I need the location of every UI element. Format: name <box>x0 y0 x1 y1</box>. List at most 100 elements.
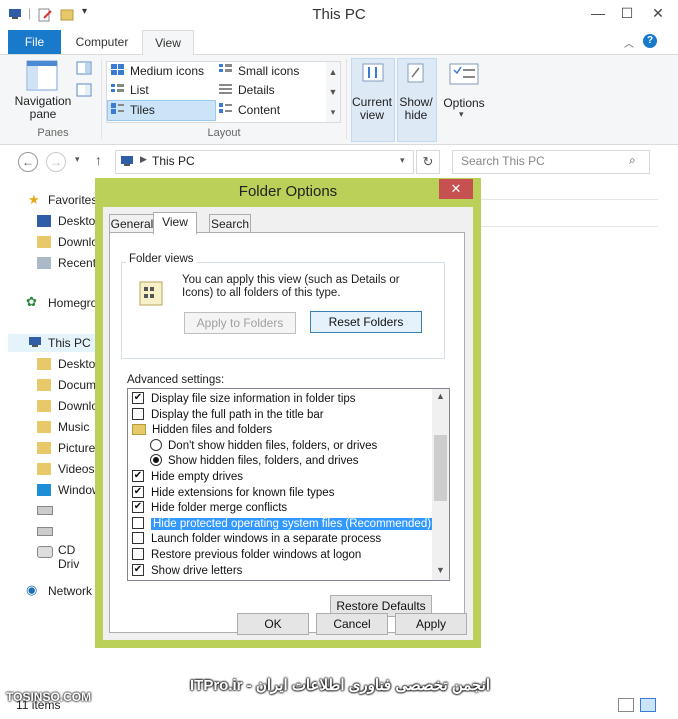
nav-recent[interactable]: Recent <box>58 256 96 270</box>
nav-desktop[interactable]: Deskto <box>58 214 95 228</box>
nav-pictures[interactable]: Picture <box>58 441 95 455</box>
back-icon[interactable]: ← <box>18 152 38 172</box>
checkbox[interactable] <box>132 547 144 560</box>
apply-to-folders-button[interactable]: Apply to Folders <box>184 312 296 334</box>
layout-tiles[interactable]: Tiles <box>130 103 155 117</box>
setting-row[interactable]: Don't show hidden files, folders, or dri… <box>150 438 378 455</box>
radio-selected[interactable] <box>150 454 162 467</box>
advanced-settings-list[interactable]: ✔ Display file size information in folder… <box>127 388 450 581</box>
nav-network[interactable]: Network <box>48 584 92 598</box>
nav-downloads[interactable]: Downlo <box>58 235 98 249</box>
ok-button[interactable]: OK <box>237 613 309 635</box>
folder-views-legend: Folder views <box>126 253 197 265</box>
tab-view[interactable]: View <box>153 212 197 235</box>
folder-options-dialog: Folder Options ✕ General View Search Fol… <box>95 178 481 648</box>
setting-row[interactable]: Launch folder windows in a separate proc… <box>132 532 381 548</box>
nav-music[interactable]: Music <box>58 420 89 434</box>
tab-general[interactable]: General <box>109 214 155 234</box>
nav-videos[interactable]: Videos <box>58 462 94 476</box>
drive-icon[interactable] <box>37 506 53 515</box>
checkbox-checked[interactable]: ✔ <box>132 469 144 482</box>
navigation-tree: ★ Favorites Deskto Downlo Recent ✿ Homeg… <box>0 182 101 622</box>
checkbox-checked[interactable]: ✔ <box>132 501 144 514</box>
tab-view[interactable]: View <box>142 30 194 56</box>
checkbox-checked[interactable]: ✔ <box>132 485 144 498</box>
scroll-down-icon[interactable]: ▼ <box>436 565 445 575</box>
dialog-title: Folder Options <box>238 183 338 200</box>
setting-label: Hidden files and folders <box>152 424 273 437</box>
preview-pane-icon[interactable] <box>76 61 92 78</box>
search-input[interactable]: Search This PC ⌕ <box>452 150 650 174</box>
setting-row[interactable]: ✔ Hide extensions for known file types <box>132 485 334 502</box>
tab-computer[interactable]: Computer <box>66 30 138 54</box>
folder-icon <box>37 463 51 475</box>
search-icon[interactable]: ⌕ <box>629 153 636 168</box>
nav-favorites[interactable]: Favorites <box>48 193 97 207</box>
checkbox-checked[interactable]: ✔ <box>132 563 144 576</box>
folder-icon <box>132 423 146 435</box>
address-path[interactable]: This PC <box>152 154 195 168</box>
layout-content[interactable]: Content <box>238 103 280 117</box>
help-icon[interactable]: ? <box>643 34 657 48</box>
layout-medium-icons[interactable]: Medium icons <box>130 64 204 78</box>
setting-label: Hide protected operating system files (R… <box>151 517 434 530</box>
close-button[interactable]: ✕ <box>643 0 673 26</box>
collapse-ribbon-icon[interactable]: ︿ <box>624 35 634 50</box>
nav-homegroup[interactable]: Homegro <box>48 296 97 310</box>
setting-row[interactable]: Restore previous folder windows at logon <box>132 547 361 564</box>
refresh-icon[interactable]: ↻ <box>416 150 440 174</box>
separator <box>346 59 347 139</box>
details-view-icon[interactable] <box>618 698 634 712</box>
dialog-close-icon[interactable]: ✕ <box>439 179 473 199</box>
options-button[interactable]: Options <box>440 96 488 110</box>
setting-label: Don't show hidden files, folders, or dri… <box>168 439 378 452</box>
setting-row[interactable]: ✔ Hide folder merge conflicts <box>132 501 287 517</box>
checkbox-checked[interactable]: ✔ <box>132 391 144 404</box>
details-pane-icon[interactable] <box>76 83 92 100</box>
recent-icon <box>37 257 51 269</box>
setting-row[interactable]: ✔ Show drive letters <box>132 563 242 580</box>
address-dropdown-icon[interactable]: ▾ <box>400 155 405 166</box>
checkbox[interactable] <box>132 532 144 545</box>
navigation-pane-button[interactable]: Navigation pane <box>8 95 78 121</box>
checkbox[interactable] <box>132 516 144 529</box>
up-icon[interactable]: ↑ <box>95 152 102 168</box>
layout-scroll[interactable]: ▲ ▼ ▾ <box>326 61 341 123</box>
radio[interactable] <box>150 438 162 451</box>
apply-button[interactable]: Apply <box>395 613 467 635</box>
checkbox[interactable] <box>132 407 144 420</box>
settings-scrollbar[interactable]: ▲ ▼ <box>432 389 449 580</box>
setting-row[interactable]: Show hidden files, folders, and drives <box>150 454 359 470</box>
drive-icon[interactable] <box>37 527 53 536</box>
recent-locations-icon[interactable]: ▾ <box>75 154 80 165</box>
tab-search[interactable]: Search <box>209 214 251 234</box>
nav-this-pc[interactable]: This PC <box>48 336 91 350</box>
nav-documents[interactable]: Docum <box>58 378 96 392</box>
setting-row[interactable]: Hide protected operating system files (R… <box>132 516 434 533</box>
watermark-right: ITPro.ir - انجمن تخصصی فناوری اطلاعات ای… <box>190 677 490 694</box>
setting-row[interactable]: ✔ Hide empty drives <box>132 469 243 486</box>
setting-row[interactable]: Display the full path in the title bar <box>132 407 324 424</box>
title-bar: | ▾ This PC — ☐ ✕ <box>0 0 678 30</box>
layout-small-icons[interactable]: Small icons <box>238 64 299 78</box>
scroll-up-icon[interactable]: ▲ <box>436 391 445 401</box>
minimize-button[interactable]: — <box>583 0 613 26</box>
nav-cd-drive[interactable]: CD Driv <box>58 543 96 571</box>
details-icon <box>219 84 233 99</box>
separator <box>101 59 102 139</box>
scroll-thumb[interactable] <box>434 435 447 501</box>
setting-row[interactable]: ✔ Display file size information in folder… <box>132 391 356 408</box>
maximize-button[interactable]: ☐ <box>612 0 642 26</box>
forward-icon[interactable]: → <box>46 152 66 172</box>
cancel-button[interactable]: Cancel <box>316 613 388 635</box>
nav-pc-desktop[interactable]: Deskto <box>58 357 95 371</box>
layout-list[interactable]: List <box>130 83 149 97</box>
tab-file[interactable]: File <box>8 30 61 54</box>
large-icons-view-icon[interactable] <box>640 698 656 712</box>
address-bar[interactable]: ▶ This PC ▾ <box>115 150 414 174</box>
options-dropdown-icon[interactable]: ▾ <box>459 109 464 120</box>
reset-folders-button[interactable]: Reset Folders <box>310 311 422 333</box>
setting-row[interactable]: Hidden files and folders <box>132 423 272 439</box>
nav-pc-downloads[interactable]: Downlo <box>58 399 98 413</box>
layout-details[interactable]: Details <box>238 83 275 97</box>
